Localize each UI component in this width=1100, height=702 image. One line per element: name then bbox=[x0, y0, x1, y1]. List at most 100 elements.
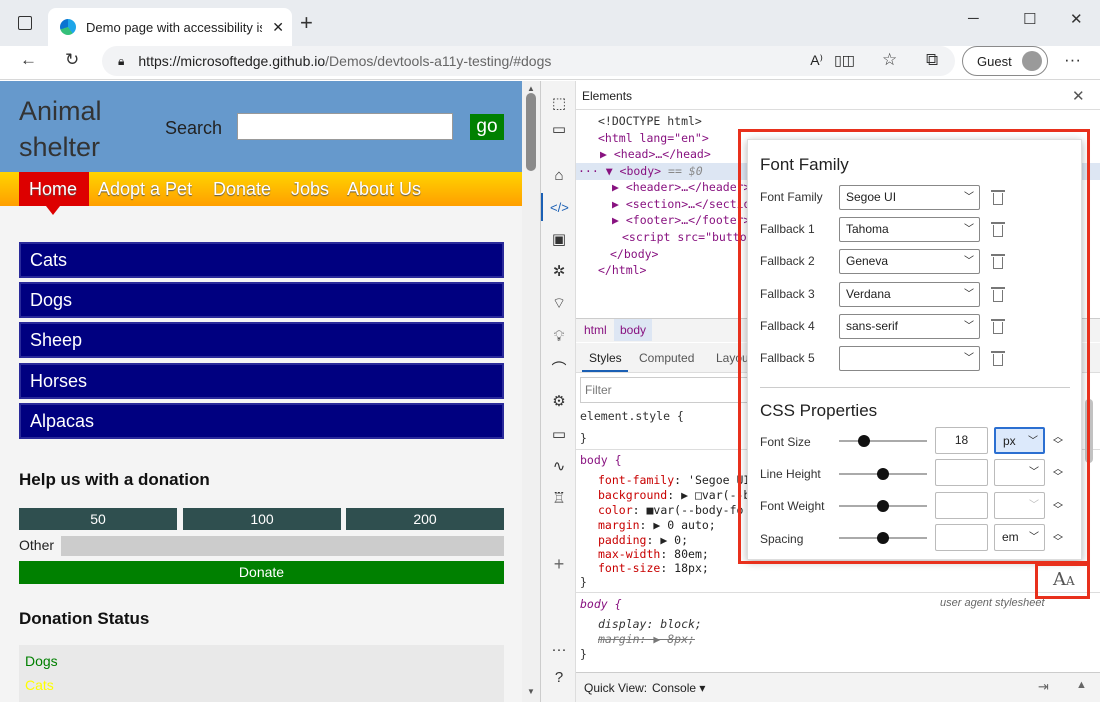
profile-button[interactable]: Guest bbox=[962, 46, 1048, 76]
help-icon[interactable]: ? bbox=[550, 669, 568, 687]
ua-rule-selector[interactable]: body { bbox=[580, 597, 622, 611]
dom-body[interactable]: ··· ▼ <body> == $0 bbox=[578, 164, 703, 178]
status-cats: Cats bbox=[25, 677, 54, 693]
lighthouse-icon[interactable]: ♖ bbox=[550, 490, 568, 508]
body-rule-line-2[interactable]: background: ▶ □var(--b bbox=[598, 488, 750, 502]
body-rule-line-7[interactable]: font-size: 18px; bbox=[598, 561, 709, 575]
network-icon[interactable]: ⌔ bbox=[550, 295, 568, 313]
dom-doctype[interactable]: <!DOCTYPE html> bbox=[598, 114, 702, 128]
ua-rule-line-1[interactable]: display: block; bbox=[598, 617, 702, 631]
minimize-icon[interactable]: ─ bbox=[968, 10, 979, 27]
animal-link-horses[interactable]: Horses bbox=[19, 363, 504, 399]
close-window-icon[interactable]: ✕ bbox=[1070, 10, 1083, 28]
search-input[interactable] bbox=[237, 113, 453, 140]
rule-divider-2 bbox=[576, 592, 1100, 593]
menu-item-jobs[interactable]: Jobs bbox=[291, 172, 329, 206]
dom-html[interactable]: <html lang="en"> bbox=[598, 131, 709, 145]
new-tab-button[interactable]: + bbox=[300, 10, 313, 36]
url-path: /Demos/devtools-a11y-testing/#dogs bbox=[325, 53, 552, 69]
donate-button[interactable]: Donate bbox=[19, 561, 504, 584]
lock-icon[interactable]: 🔒︎ bbox=[118, 54, 124, 69]
page-scrollbar[interactable]: ▲ ▼ bbox=[522, 81, 540, 702]
dom-header[interactable]: ▶ <header>…</header> bbox=[612, 180, 750, 194]
address-bar[interactable]: 🔒︎ https://microsoftedge.github.io/Demos… bbox=[102, 46, 955, 76]
elements-icon[interactable]: </> bbox=[550, 199, 569, 217]
font-editor-button-highlight bbox=[1035, 563, 1090, 599]
tab-styles[interactable]: Styles bbox=[589, 351, 622, 365]
memory-icon[interactable]: ⚙ bbox=[550, 393, 568, 411]
element-style-close: } bbox=[580, 431, 587, 445]
body-rule-line-5[interactable]: padding: ▶ 0; bbox=[598, 533, 688, 547]
donation-50-button[interactable]: 50 bbox=[19, 508, 177, 530]
more-icon[interactable]: ··· bbox=[1064, 50, 1081, 70]
dom-body-close[interactable]: </body> bbox=[610, 247, 658, 261]
scroll-down-icon[interactable]: ▼ bbox=[527, 687, 535, 696]
dom-script[interactable]: <script src="button bbox=[622, 230, 754, 244]
close-tab-icon[interactable]: ✕ bbox=[272, 19, 284, 36]
donation-status-heading: Donation Status bbox=[19, 609, 150, 628]
close-tool-icon[interactable]: ✕ bbox=[1072, 87, 1085, 105]
inspect-icon[interactable]: ⬚ bbox=[550, 95, 568, 113]
immersive-reader-icon[interactable]: ▯◫ bbox=[834, 52, 855, 69]
performance-monitor-icon[interactable]: ∿ bbox=[550, 458, 568, 476]
body-rule-line-1[interactable]: font-family: 'Segoe UI bbox=[598, 473, 750, 487]
dom-html-close[interactable]: </html> bbox=[598, 263, 646, 277]
quick-view-select[interactable]: Console ▾ bbox=[652, 681, 705, 695]
donation-heading: Help us with a donation bbox=[19, 470, 210, 489]
styles-tab-indicator bbox=[582, 370, 628, 372]
animal-link-cats[interactable]: Cats bbox=[19, 242, 504, 278]
menu-item-adopt[interactable]: Adopt a Pet bbox=[98, 172, 192, 206]
application-icon[interactable]: ▭ bbox=[550, 426, 568, 444]
breadcrumb-body[interactable]: body bbox=[614, 319, 653, 341]
read-aloud-icon[interactable]: A⁾ bbox=[810, 52, 823, 69]
animal-link-dogs[interactable]: Dogs bbox=[19, 282, 504, 318]
sources-icon[interactable]: ✲ bbox=[550, 263, 568, 281]
more-tools-icon[interactable]: ··· bbox=[550, 641, 568, 659]
ua-rule-line-2[interactable]: margin: ▶ 8px; bbox=[598, 632, 695, 646]
element-style-selector[interactable]: element.style { bbox=[580, 409, 684, 423]
favorites-icon[interactable]: ☆ bbox=[882, 50, 897, 70]
donation-200-button[interactable]: 200 bbox=[346, 508, 504, 530]
body-rule-line-3[interactable]: color: ■var(--body-fo bbox=[598, 503, 743, 517]
back-icon[interactable]: ← bbox=[20, 50, 37, 70]
dom-footer[interactable]: ▶ <footer>…</footer> bbox=[612, 213, 750, 227]
donation-status-box bbox=[19, 645, 504, 702]
body-rule-line-6[interactable]: max-width: 80em; bbox=[598, 547, 709, 561]
tab-title: Demo page with accessibility issu bbox=[86, 19, 263, 35]
go-button[interactable]: go bbox=[470, 114, 504, 140]
animal-link-sheep[interactable]: Sheep bbox=[19, 322, 504, 358]
browser-tab[interactable]: Demo page with accessibility issu ✕ bbox=[48, 8, 292, 46]
performance-icon[interactable]: ⌒ bbox=[550, 361, 568, 379]
scroll-thumb[interactable] bbox=[526, 93, 536, 171]
body-rule-line-4[interactable]: margin: ▶ 0 auto; bbox=[598, 518, 716, 532]
body-rule-selector[interactable]: body { bbox=[580, 453, 622, 467]
welcome-home-icon[interactable]: ⌂ bbox=[550, 167, 568, 185]
styles-filter-input[interactable]: Filter bbox=[580, 377, 750, 403]
collections-icon[interactable]: ⧉ bbox=[926, 50, 938, 70]
quick-view-label: Quick View: bbox=[584, 681, 648, 695]
dom-head[interactable]: ▶ <head>…</head> bbox=[600, 147, 711, 161]
menu-item-about[interactable]: About Us bbox=[347, 172, 421, 206]
elements-active-indicator bbox=[541, 193, 543, 221]
tab-computed[interactable]: Computed bbox=[639, 351, 694, 365]
edge-logo-icon bbox=[60, 19, 76, 35]
device-emulation-icon[interactable]: ▭ bbox=[550, 121, 568, 139]
avatar bbox=[1022, 51, 1042, 71]
ua-rule-close: } bbox=[580, 647, 587, 661]
other-amount-input[interactable] bbox=[61, 536, 504, 556]
scroll-up-icon[interactable]: ▲ bbox=[527, 84, 535, 93]
donation-100-button[interactable]: 100 bbox=[183, 508, 341, 530]
refresh-icon[interactable]: ↻ bbox=[65, 50, 79, 70]
animal-link-alpacas[interactable]: Alpacas bbox=[19, 403, 504, 439]
collapse-icon[interactable]: ▲ bbox=[1076, 679, 1087, 691]
console-icon[interactable]: ▣ bbox=[550, 231, 568, 249]
tab-actions-icon[interactable] bbox=[18, 16, 32, 30]
elements-tool-title: Elements bbox=[582, 89, 633, 103]
dock-icon[interactable]: ⇥ bbox=[1038, 679, 1049, 695]
menu-item-donate[interactable]: Donate bbox=[213, 172, 271, 206]
add-tool-icon[interactable]: + bbox=[550, 555, 568, 573]
breadcrumb-html[interactable]: html bbox=[578, 319, 613, 341]
menu-item-home[interactable]: Home bbox=[19, 172, 89, 206]
issues-icon[interactable]: 💡︎ bbox=[550, 328, 568, 346]
maximize-icon[interactable]: ☐ bbox=[1023, 10, 1036, 28]
